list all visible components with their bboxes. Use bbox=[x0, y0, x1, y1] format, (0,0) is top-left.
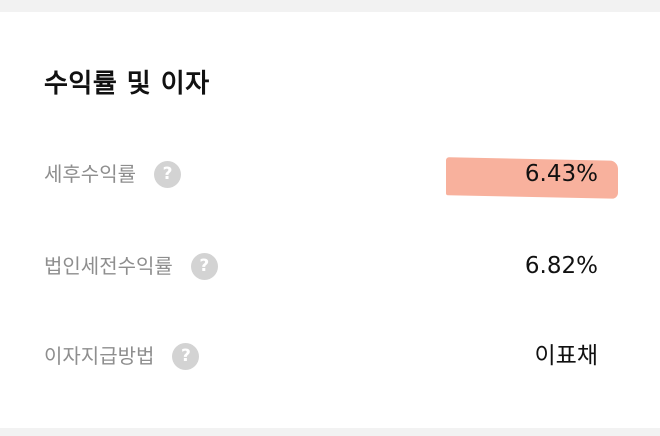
row-after-tax-yield: 세후수익률 ? 6.43% bbox=[0, 152, 660, 196]
interest-payment-method-value: 이표채 bbox=[534, 343, 598, 369]
row-label-group: 세후수익률 ? bbox=[44, 152, 181, 196]
row-pre-tax-yield: 법인세전수익률 ? 6.82% bbox=[0, 244, 660, 288]
question-mark-circle-icon[interactable]: ? bbox=[154, 160, 181, 188]
yield-interest-card: 수익률 및 이자 세후수익률 ? 6.43% 법인세전수익률 ? 6.82% 이… bbox=[0, 12, 660, 428]
pre-tax-yield-value: 6.82% bbox=[524, 253, 598, 279]
interest-payment-method-label: 이자지급방법 bbox=[44, 344, 155, 368]
row-interest-payment-method: 이자지급방법 ? 이표채 bbox=[0, 334, 660, 378]
row-label-group: 법인세전수익률 ? bbox=[44, 244, 218, 288]
question-mark-circle-icon[interactable]: ? bbox=[190, 252, 218, 280]
question-mark-circle-icon[interactable]: ? bbox=[172, 342, 200, 370]
section-title: 수익률 및 이자 bbox=[44, 69, 210, 99]
pre-tax-yield-label: 법인세전수익률 bbox=[44, 254, 173, 278]
row-label-group: 이자지급방법 ? bbox=[44, 334, 200, 378]
after-tax-yield-label: 세후수익률 bbox=[44, 162, 136, 186]
after-tax-yield-value: 6.43% bbox=[524, 161, 598, 187]
